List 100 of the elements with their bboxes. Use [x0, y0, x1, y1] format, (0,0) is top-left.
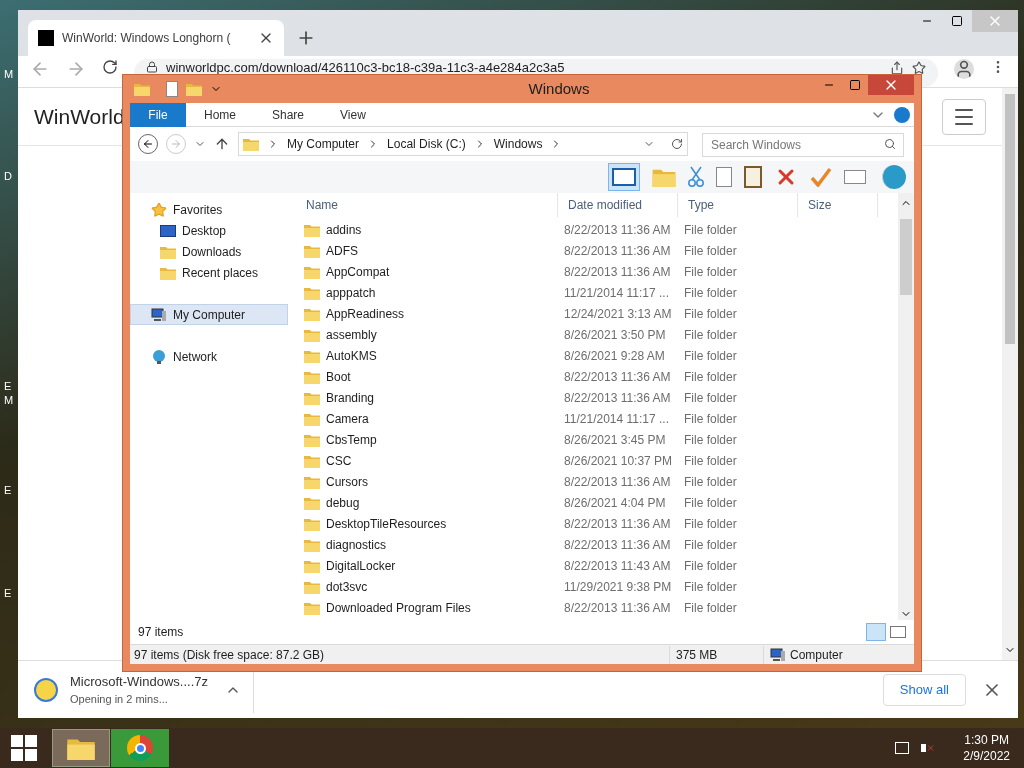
clock-date[interactable]: 2/9/2022 [963, 748, 1010, 764]
type-cell-text: File folder [683, 263, 738, 281]
file-name[interactable]: apppatch [326, 283, 376, 302]
globe-icon[interactable] [882, 165, 906, 189]
help-icon[interactable] [894, 106, 910, 123]
scrollbar[interactable] [898, 193, 914, 620]
reload-icon[interactable] [102, 59, 118, 75]
scissors-icon[interactable] [688, 166, 704, 188]
download-filename[interactable]: Microsoft-Windows....7z [70, 671, 213, 691]
date-cell-text: 8/26/2021 9:28 AM [563, 347, 666, 365]
file-name[interactable]: debug [326, 493, 360, 512]
file-name[interactable]: Camera [326, 409, 369, 428]
search-icon[interactable] [884, 138, 896, 150]
file-name[interactable]: DesktopTileResources [326, 514, 447, 533]
browser-tab[interactable]: WinWorld: Windows Longhorn ( [28, 20, 284, 56]
share-icon[interactable] [890, 61, 904, 75]
type-cell-text: File folder [683, 326, 738, 344]
file-name[interactable]: assembly [326, 325, 377, 344]
ribbon-tab[interactable]: File [130, 102, 186, 127]
file-name[interactable]: Boot [326, 367, 351, 386]
scrollbar[interactable] [1002, 88, 1018, 660]
thumbnail-view-icon[interactable] [890, 626, 906, 638]
checkmark-icon[interactable] [810, 167, 832, 187]
hamburger-menu-button[interactable] [942, 98, 986, 135]
file-name[interactable]: DigitalLocker [326, 556, 396, 575]
scroll-thumb[interactable] [900, 219, 912, 295]
bookmark-icon[interactable] [912, 61, 926, 75]
address-bar[interactable]: My Computer Local Disk (C:) Windows [238, 132, 688, 156]
refresh-icon[interactable] [671, 138, 683, 150]
file-name[interactable]: AutoKMS [326, 346, 377, 365]
nav-item[interactable]: Network [130, 346, 288, 367]
date-cell-text: 11/21/2014 11:17 ... [563, 410, 670, 428]
status-text: Computer [790, 646, 843, 664]
scroll-thumb[interactable] [1005, 94, 1015, 344]
column-header[interactable]: Size [798, 193, 878, 217]
nav-item[interactable]: Downloads [130, 241, 288, 262]
file-name[interactable]: CbsTemp [326, 430, 377, 449]
type-cell-text: File folder [683, 368, 738, 386]
date-cell-text: 8/22/2013 11:36 AM [563, 536, 672, 554]
clipboard-icon[interactable] [744, 166, 762, 188]
properties-icon[interactable] [166, 81, 178, 97]
nav-item[interactable]: My Computer [130, 304, 288, 325]
column-header[interactable]: Type [678, 193, 798, 217]
page-title: WinWorld [34, 103, 125, 130]
file-explorer-taskbar-icon[interactable] [52, 729, 110, 767]
type-cell-text: File folder [683, 347, 738, 365]
preview-pane-icon[interactable] [608, 163, 640, 191]
type-cell-text: File folder [683, 221, 738, 239]
desktop-icon-label: D [4, 169, 12, 184]
file-name[interactable]: Branding [326, 388, 375, 407]
date-cell-text: 8/22/2013 11:36 AM [563, 242, 672, 260]
breadcrumb-item[interactable]: My Computer [287, 135, 360, 153]
nav-item[interactable]: Recent places [130, 262, 288, 283]
up-icon[interactable] [214, 136, 230, 152]
item-count: 97 items [138, 624, 185, 641]
desktop-icon-label: E [4, 586, 12, 601]
monitor-icon [160, 224, 176, 237]
file-name[interactable]: Downloaded Program Files [326, 598, 471, 617]
file-name[interactable]: dot3svc [326, 577, 368, 596]
maximize-icon [849, 79, 861, 91]
column-header[interactable]: Name [296, 193, 558, 217]
browser-taskbar-icon[interactable] [111, 729, 169, 767]
ribbon-tab[interactable]: Home [186, 102, 254, 127]
file-name[interactable]: addins [326, 220, 362, 239]
date-cell-text: 8/26/2021 3:50 PM [563, 326, 667, 344]
clock-time[interactable]: 1:30 PM [964, 732, 1009, 748]
breadcrumb-item[interactable]: Windows [493, 135, 543, 153]
download-status: Opening in 2 mins... [70, 692, 169, 707]
desktop-icon-label: M [4, 67, 14, 82]
ribbon-tab[interactable]: View [322, 102, 384, 127]
type-cell-text: File folder [683, 536, 738, 554]
copy-icon[interactable] [716, 167, 732, 187]
status-text: 97 items (Disk free space: 87.2 GB) [130, 645, 670, 664]
file-name[interactable]: ADFS [326, 241, 358, 260]
folder-icon [134, 81, 150, 97]
date-cell-text: 8/22/2013 11:36 AM [563, 515, 672, 533]
speaker-muted-icon[interactable] [921, 742, 936, 754]
type-cell-text: File folder [683, 515, 738, 533]
file-name[interactable]: Cursors [326, 472, 368, 491]
file-name[interactable]: diagnostics [326, 535, 387, 554]
type-cell-text: File folder [683, 389, 738, 407]
type-cell-text: File folder [683, 431, 738, 449]
search-field[interactable]: Search Windows [702, 133, 904, 157]
breadcrumb-item[interactable]: Local Disk (C:) [387, 135, 466, 153]
show-all-button[interactable]: Show all [882, 673, 966, 706]
nav-item[interactable]: Desktop [130, 220, 288, 241]
computer-icon [151, 306, 167, 323]
ribbon-tab[interactable]: Share [254, 102, 323, 127]
windows-logo-icon[interactable] [11, 735, 37, 761]
file-name[interactable]: CSC [326, 451, 352, 470]
type-cell-text: File folder [683, 557, 738, 575]
profile-icon[interactable] [954, 59, 974, 79]
desktop-icon-label: E [4, 379, 12, 394]
file-name[interactable]: AppCompat [326, 262, 390, 281]
date-cell-text: 8/22/2013 11:36 AM [563, 368, 672, 386]
column-header[interactable]: Date modified [558, 193, 678, 217]
star-icon [151, 201, 167, 218]
file-name[interactable]: AppReadiness [326, 304, 405, 323]
site-logo-icon [38, 30, 54, 46]
nav-item[interactable]: Favorites [130, 199, 288, 220]
